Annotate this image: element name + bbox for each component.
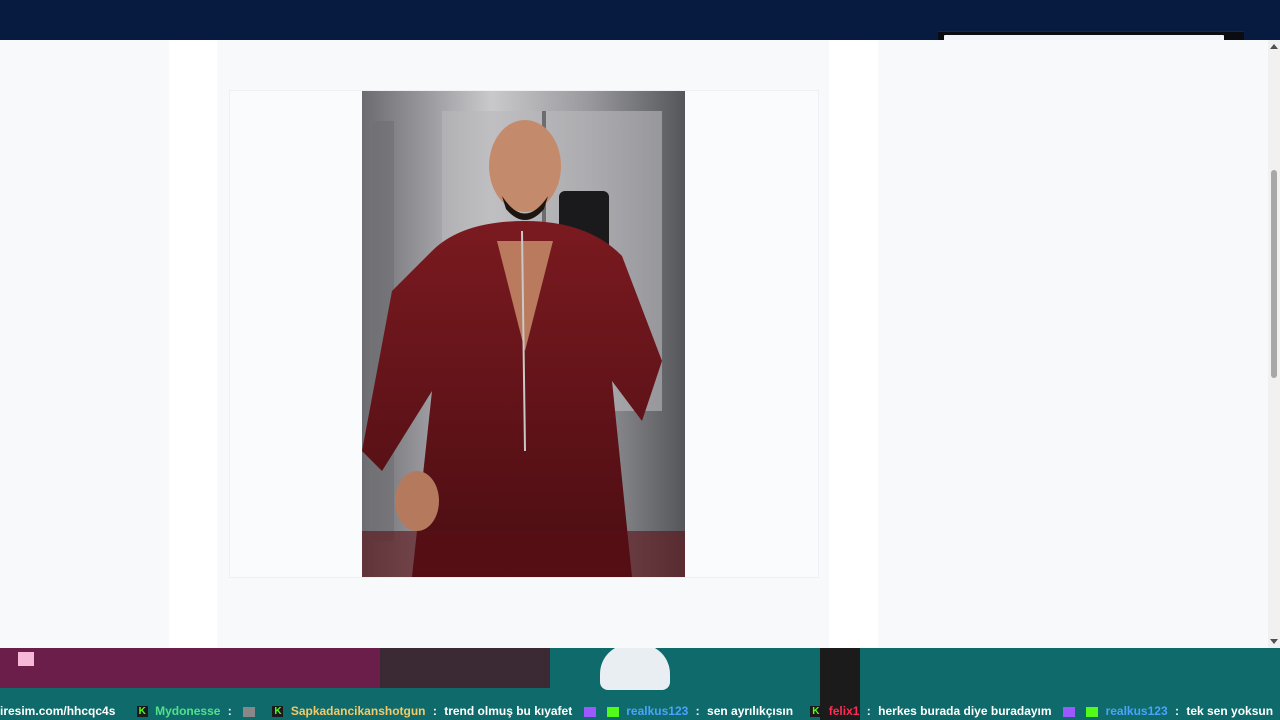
verified-badge-icon (606, 706, 619, 717)
left-gutter (169, 40, 217, 648)
scroll-up-arrow-icon[interactable] (1270, 44, 1278, 49)
chat-msg-0: iresim.com/hhcqc4s (0, 704, 116, 718)
overlay-pink-block (18, 652, 34, 666)
chat-separator: : (432, 704, 437, 718)
scrollbar-thumb[interactable] (1271, 170, 1277, 378)
cat-sprite (600, 648, 670, 690)
post-image[interactable] (362, 91, 685, 577)
page-scrollbar[interactable] (1268, 40, 1280, 648)
chat-message: trend olmuş bu kıyafet (444, 704, 573, 718)
subscriber-badge-icon (1062, 706, 1075, 717)
chat-user: realkus123 (1105, 704, 1168, 718)
chat-separator: : (695, 704, 700, 718)
overlay-dark-strip (380, 648, 550, 688)
top-navigation-bar (0, 0, 1280, 41)
chat-message: sen ayrılıkçısın (707, 704, 794, 718)
chat-ticker: iresim.com/hhcqc4s K Mydonesse : K Sapka… (0, 703, 1280, 720)
chat-user: Sapkadancikanshotgun (290, 704, 426, 718)
emote-icon (243, 706, 256, 717)
main-column (217, 40, 829, 648)
kick-badge-icon: K (272, 706, 284, 718)
image-card (229, 90, 819, 578)
elevator-selfie-illustration (362, 91, 685, 577)
scroll-down-arrow-icon[interactable] (1270, 639, 1278, 644)
right-gutter (829, 40, 878, 648)
verified-badge-icon (1086, 706, 1099, 717)
chat-separator: : (227, 704, 232, 718)
chat-separator: : (1174, 704, 1179, 718)
chat-user: Mydonesse (155, 704, 221, 718)
page-content (0, 40, 1268, 648)
stream-overlay: iresim.com/hhcqc4s K Mydonesse : K Sapka… (0, 648, 1280, 720)
chat-user: realkus123 (626, 704, 689, 718)
chat-separator: : (866, 704, 871, 718)
chat-message: herkes burada diye buradayım (878, 704, 1052, 718)
kick-badge-icon: K (810, 706, 822, 718)
overlay-pink-strip (0, 648, 380, 688)
subscriber-badge-icon (583, 706, 596, 717)
chat-message: tek sen yoksun (1186, 704, 1274, 718)
kick-badge-icon: K (136, 706, 148, 718)
chat-user: felix1 (828, 704, 860, 718)
